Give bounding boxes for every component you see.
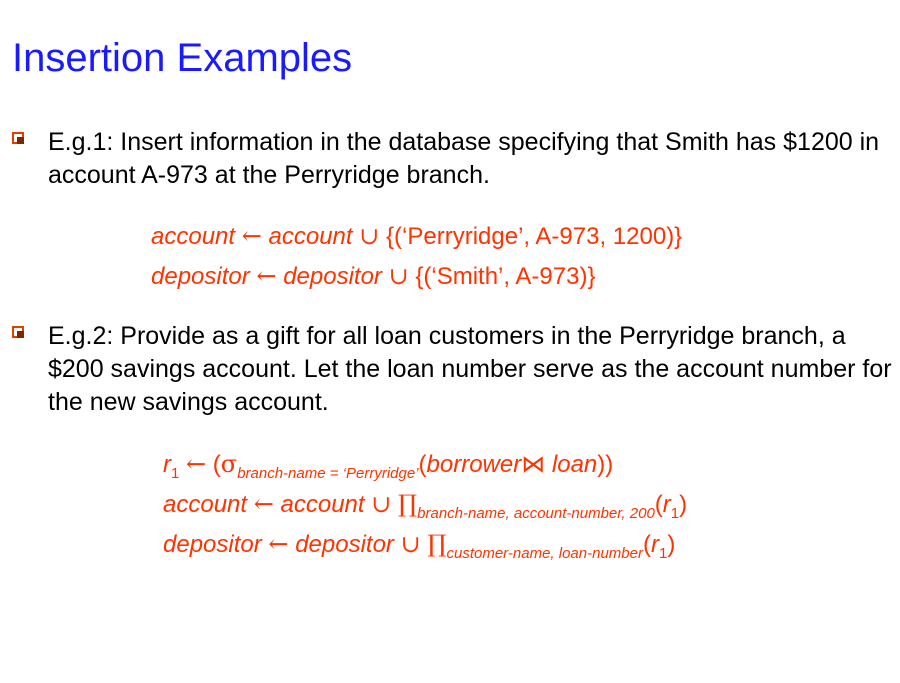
square-bullet-icon	[12, 326, 24, 338]
square-bullet-icon	[12, 132, 24, 144]
bullet-text-1: E.g.1: Insert information in the databas…	[48, 128, 880, 189]
bullet-item-1: E.g.1: Insert information in the databas…	[12, 126, 892, 192]
formula-account-projection: account ← account ∪ ∏branch-name, accoun…	[163, 490, 688, 522]
formula-account-insert: account ← account ∪ {(‘Perryridge’, A-97…	[151, 222, 683, 250]
formula-depositor-projection: depositor ← depositor ∪ ∏customer-name, …	[163, 530, 676, 562]
bullet-item-2: E.g.2: Provide as a gift for all loan cu…	[12, 320, 892, 419]
natural-join-icon: ⋈	[521, 450, 546, 478]
formula-depositor-insert: depositor ← depositor ∪ {(‘Smith’, A-973…	[151, 262, 596, 290]
slide-title: Insertion Examples	[12, 36, 353, 80]
bullet-text-2: E.g.2: Provide as a gift for all loan cu…	[48, 322, 892, 416]
formula-r1-selection: r1 ← (σbranch-name = ‘Perryridge’(borrow…	[163, 450, 614, 482]
